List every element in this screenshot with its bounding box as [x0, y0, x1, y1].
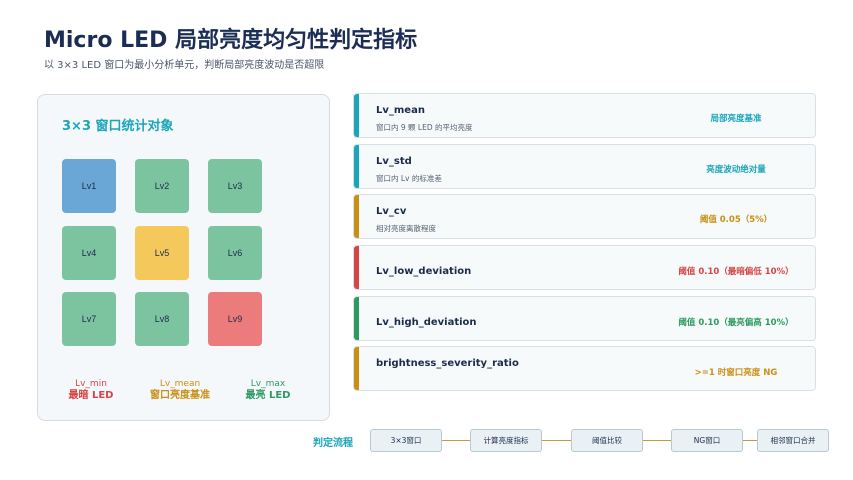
flow-step-2: 计算亮度指标 — [470, 429, 542, 452]
metric-tag: 阈值 0.05（5%） — [699, 215, 773, 225]
metric-tag: >=1 时窗口亮度 NG — [694, 368, 778, 378]
metric-desc: 窗口内 Lv 的标准差 — [376, 174, 442, 183]
metric-accent-bar — [354, 246, 359, 289]
led-cell-5: Lv5 — [135, 226, 189, 280]
legend-lv-min: Lv_min 最暗 LED — [46, 378, 136, 402]
led-cell-6: Lv6 — [208, 226, 262, 280]
metric-desc: 相对亮度离散程度 — [376, 224, 436, 233]
metric-accent-bar — [354, 94, 359, 137]
led-cell-label: Lv4 — [81, 248, 97, 258]
legend-desc: 最暗 LED — [68, 390, 114, 401]
flow-step-3: 阈值比较 — [571, 429, 643, 452]
metric-accent-bar — [354, 145, 359, 188]
led-cell-1: Lv1 — [62, 159, 116, 213]
metric-card-lv-cv: Lv_cv 相对亮度离散程度 阈值 0.05（5%） — [353, 194, 816, 239]
legend-lv-max: Lv_max 最亮 LED — [223, 378, 313, 402]
legend-desc: 最亮 LED — [245, 390, 291, 401]
page-subtitle: 以 3×3 LED 窗口为最小分析单元，判断局部亮度波动是否超限 — [44, 60, 325, 71]
metric-name: Lv_high_deviation — [376, 317, 477, 328]
led-cell-9: Lv9 — [208, 292, 262, 346]
flow-label: 判定流程 — [313, 438, 353, 449]
led-cell-label: Lv2 — [154, 181, 170, 191]
metric-card-lv-std: Lv_std 窗口内 Lv 的标准差 亮度波动绝对量 — [353, 144, 816, 189]
metric-name: Lv_low_deviation — [376, 266, 472, 277]
metric-tag: 亮度波动绝对量 — [706, 165, 766, 175]
flow-step-1: 3×3窗口 — [370, 429, 442, 452]
led-cell-label: Lv7 — [81, 314, 97, 324]
led-cell-label: Lv5 — [154, 248, 170, 258]
led-cell-label: Lv3 — [227, 181, 243, 191]
legend-desc: 窗口亮度基准 — [150, 390, 210, 401]
led-cell-7: Lv7 — [62, 292, 116, 346]
led-cell-label: Lv1 — [81, 181, 97, 191]
flow-step-4: NG窗口 — [671, 429, 743, 452]
legend-key: Lv_max — [250, 379, 286, 389]
page-title: Micro LED 局部亮度均匀性判定指标 — [44, 28, 418, 53]
led-cell-8: Lv8 — [135, 292, 189, 346]
metric-desc: 窗口内 9 颗 LED 的平均亮度 — [376, 123, 473, 132]
metric-accent-bar — [354, 347, 359, 390]
flow-step-5: 相邻窗口合并 — [757, 429, 829, 452]
legend-key: Lv_min — [75, 379, 107, 389]
led-cell-label: Lv9 — [227, 314, 243, 324]
metric-card-lv-mean: Lv_mean 窗口内 9 颗 LED 的平均亮度 局部亮度基准 — [353, 93, 816, 138]
metric-tag: 局部亮度基准 — [710, 114, 762, 124]
led-cell-label: Lv8 — [154, 314, 170, 324]
metric-tag: 阈值 0.10（最暗偏低 10%） — [678, 267, 794, 277]
legend-key: Lv_mean — [159, 379, 201, 389]
metric-card-lv-high-deviation: Lv_high_deviation 阈值 0.10（最亮偏高 10%） — [353, 296, 816, 341]
metric-name: Lv_cv — [376, 206, 407, 217]
led-cell-4: Lv4 — [62, 226, 116, 280]
legend-lv-mean: Lv_mean 窗口亮度基准 — [135, 378, 225, 402]
metric-tag: 阈值 0.10（最亮偏高 10%） — [678, 318, 794, 328]
metric-card-brightness-severity-ratio: brightness_severity_ratio >=1 时窗口亮度 NG — [353, 346, 816, 391]
metric-name: Lv_std — [376, 156, 412, 167]
led-cell-3: Lv3 — [208, 159, 262, 213]
window-grid-panel: 3×3 窗口统计对象 Lv1 Lv2 Lv3 Lv4 Lv5 Lv6 Lv7 L… — [37, 94, 330, 421]
metric-accent-bar — [354, 297, 359, 340]
grid-panel-title: 3×3 窗口统计对象 — [62, 119, 174, 134]
led-cell-2: Lv2 — [135, 159, 189, 213]
metric-name: brightness_severity_ratio — [376, 358, 519, 369]
metric-card-lv-low-deviation: Lv_low_deviation 阈值 0.10（最暗偏低 10%） — [353, 245, 816, 290]
led-cell-label: Lv6 — [227, 248, 243, 258]
metric-accent-bar — [354, 195, 359, 238]
metric-name: Lv_mean — [376, 105, 425, 116]
